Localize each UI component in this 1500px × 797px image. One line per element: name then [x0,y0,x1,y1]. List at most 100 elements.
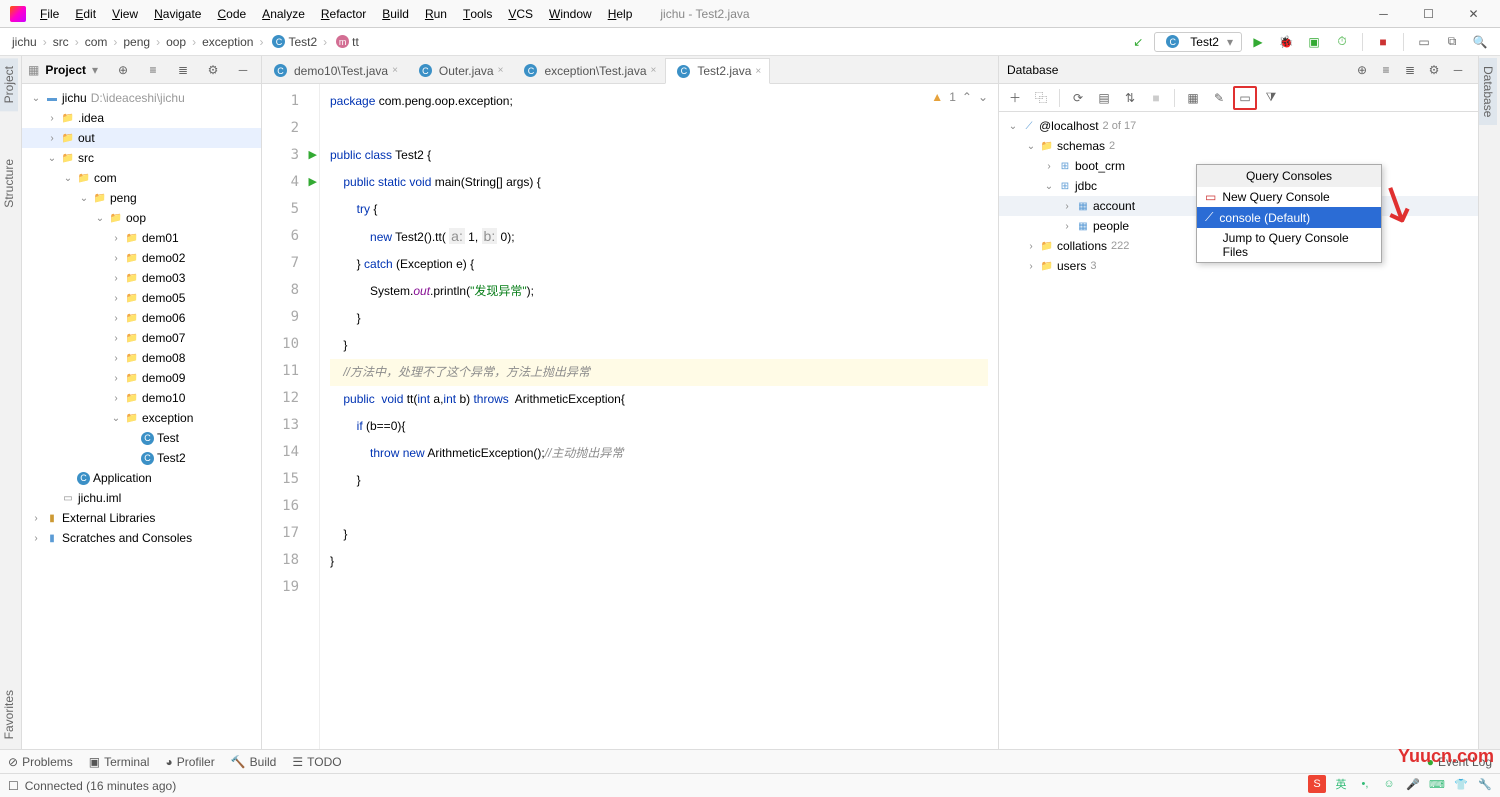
menu-help[interactable]: Help [600,7,641,21]
popup-item-console-default-[interactable]: ⟋console (Default) [1197,207,1381,228]
tree-item-demo03[interactable]: ›📁demo03 [22,268,261,288]
coverage-button[interactable]: ▣ [1302,30,1326,54]
breadcrumb-tt[interactable]: mtt [329,35,363,49]
breadcrumb-jichu[interactable]: jichu [8,35,41,49]
collapse-all-button[interactable]: ≣ [171,58,195,82]
terminal-tab[interactable]: ▣Terminal [89,755,150,769]
breadcrumb-com[interactable]: com [81,35,112,49]
stop-button[interactable]: ■ [1371,30,1395,54]
db-item-@localhost[interactable]: ⌄⟋@localhost2 of 17 [999,116,1478,136]
profile-button[interactable]: ⏱ [1330,30,1354,54]
db-hide-button[interactable]: ─ [1446,58,1470,82]
menu-vcs[interactable]: VCS [500,7,541,21]
menu-tools[interactable]: Tools [455,7,500,21]
right-tab-database[interactable]: Database [1479,58,1497,125]
close-button[interactable]: ✕ [1451,0,1496,28]
select-opened-file-button[interactable]: ⊕ [111,58,135,82]
run-button[interactable]: ▶ [1246,30,1270,54]
left-tab-structure[interactable]: Structure [0,151,18,216]
tree-item-test[interactable]: CTest [22,428,261,448]
popup-item-jump-to-query-console-files[interactable]: Jump to Query Console Files [1197,228,1381,262]
db-filter-button[interactable]: ⧩ [1259,86,1283,110]
tab-exception-test-java[interactable]: Cexception\Test.java× [512,57,665,83]
tree-item-out[interactable]: ›📁out [22,128,261,148]
db-stop-button[interactable]: ▤ [1092,86,1116,110]
db-settings-button[interactable]: ⚙ [1422,58,1446,82]
tree-item-demo07[interactable]: ›📁demo07 [22,328,261,348]
tab-test2-java[interactable]: CTest2.java× [665,58,770,84]
tree-item-demo10[interactable]: ›📁demo10 [22,388,261,408]
profiler-tab[interactable]: ◕Profiler [165,755,214,769]
tree-item-external libraries[interactable]: ›▮External Libraries [22,508,261,528]
event-log-tab[interactable]: ●Event Log [1427,755,1492,769]
db-refresh-button[interactable]: ⟳ [1066,86,1090,110]
popup-item-new-query-console[interactable]: ▭New Query Console [1197,187,1381,207]
db-item-schemas[interactable]: ⌄📁schemas2 [999,136,1478,156]
tab-close-icon[interactable]: × [651,65,657,76]
prev-highlight-button[interactable]: ⌃ [962,90,972,104]
tab-close-icon[interactable]: × [498,65,504,76]
editor[interactable]: 123▶4▶5678910111213141516171819 package … [262,84,998,749]
db-rollback-button[interactable]: ■ [1144,86,1168,110]
db-expand-button[interactable]: ≡ [1374,58,1398,82]
menu-navigate[interactable]: Navigate [146,7,209,21]
project-tree[interactable]: ⌄▬jichuD:\ideaceshi\jichu›📁.idea›📁out⌄📁s… [22,84,261,749]
tree-item-demo09[interactable]: ›📁demo09 [22,368,261,388]
todo-tab[interactable]: ☰TODO [292,755,341,769]
menu-build[interactable]: Build [374,7,417,21]
tree-item-demo06[interactable]: ›📁demo06 [22,308,261,328]
db-copy-button[interactable]: ⿻ [1029,86,1053,110]
tab-close-icon[interactable]: × [755,66,761,77]
tree-item-scratches and consoles[interactable]: ›▮Scratches and Consoles [22,528,261,548]
left-tab-project[interactable]: Project [0,58,18,111]
breadcrumb-src[interactable]: src [49,35,73,49]
tree-item-jichu[interactable]: ⌄▬jichuD:\ideaceshi\jichu [22,88,261,108]
menu-file[interactable]: File [32,7,67,21]
build-tab[interactable]: 🔨Build [231,755,277,769]
menu-analyze[interactable]: Analyze [254,7,313,21]
project-structure-button[interactable]: ▭ [1412,30,1436,54]
tree-item-demo08[interactable]: ›📁demo08 [22,348,261,368]
problems-tab[interactable]: ⊘Problems [8,755,73,769]
tree-item-.idea[interactable]: ›📁.idea [22,108,261,128]
search-button[interactable]: 🔍 [1468,30,1492,54]
breadcrumb-oop[interactable]: oop [162,35,190,49]
run-gutter-icon[interactable]: ▶ [309,169,317,196]
tree-item-dem01[interactable]: ›📁dem01 [22,228,261,248]
db-edit-button[interactable]: ✎ [1207,86,1231,110]
tree-item-exception[interactable]: ⌄📁exception [22,408,261,428]
hide-button[interactable]: ─ [231,58,255,82]
menu-window[interactable]: Window [541,7,600,21]
menu-run[interactable]: Run [417,7,455,21]
settings-button[interactable]: ⚙ [201,58,225,82]
tab-outer-java[interactable]: COuter.java× [407,57,513,83]
tree-item-peng[interactable]: ⌄📁peng [22,188,261,208]
tree-item-jichu.iml[interactable]: ▭jichu.iml [22,488,261,508]
tree-item-com[interactable]: ⌄📁com [22,168,261,188]
db-collapse-button[interactable]: ≣ [1398,58,1422,82]
tree-item-oop[interactable]: ⌄📁oop [22,208,261,228]
debug-button[interactable]: 🐞 [1274,30,1298,54]
db-table-button[interactable]: ▦ [1181,86,1205,110]
minimize-button[interactable]: ─ [1361,0,1406,28]
menu-edit[interactable]: Edit [67,7,104,21]
maximize-button[interactable]: ☐ [1406,0,1451,28]
db-select-button[interactable]: ⊕ [1350,58,1374,82]
tab-demo10-test-java[interactable]: Cdemo10\Test.java× [262,57,407,83]
next-highlight-button[interactable]: ⌄ [978,90,988,104]
tree-item-demo02[interactable]: ›📁demo02 [22,248,261,268]
run-gutter-icon[interactable]: ▶ [309,142,317,169]
breadcrumb-test2[interactable]: CTest2 [265,35,321,49]
expand-all-button[interactable]: ≡ [141,58,165,82]
left-tab-favorites[interactable]: Favorites [0,682,18,747]
tree-item-application[interactable]: CApplication [22,468,261,488]
breadcrumb-exception[interactable]: exception [198,35,257,49]
tree-item-src[interactable]: ⌄📁src [22,148,261,168]
run-config-selector[interactable]: C Test2 ▾ [1154,32,1242,52]
db-add-button[interactable]: ＋ [1003,86,1027,110]
breadcrumb-peng[interactable]: peng [119,35,154,49]
code-area[interactable]: package com.peng.oop.exception; public c… [320,84,998,749]
menu-code[interactable]: Code [209,7,254,21]
tab-close-icon[interactable]: × [392,65,398,76]
search-everywhere-button[interactable]: ⧉ [1440,30,1464,54]
